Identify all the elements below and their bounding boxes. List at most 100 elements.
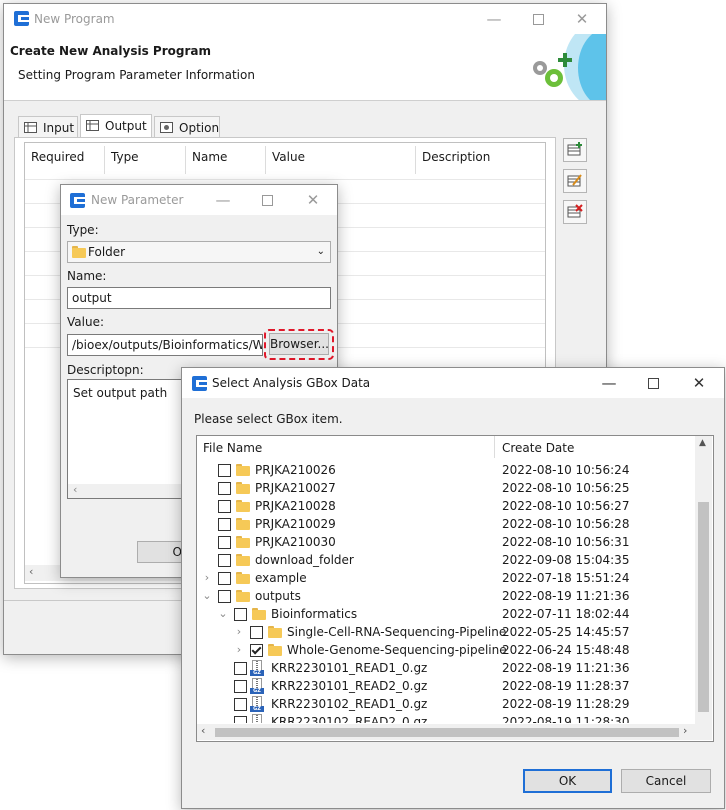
tree-row[interactable]: › Whole-Genome-Sequencing-pipeline 2022-… [234,641,726,659]
create-date: 2022-09-08 15:04:35 [502,553,630,567]
tab-output[interactable]: Output [80,114,152,139]
tree-row[interactable]: › example 2022-07-18 15:51:24 [202,569,702,587]
chevron-right-icon[interactable]: › [202,569,212,587]
maximize-icon[interactable] [516,4,560,34]
row-checkbox[interactable] [234,698,247,711]
tab-label: Option [179,121,220,135]
browse-button[interactable]: Browser... [269,333,329,355]
row-checkbox[interactable] [234,608,247,621]
edit-parameter-button[interactable] [563,169,587,193]
table-icon [24,122,37,133]
tree-row[interactable]: download_folder 2022-09-08 15:04:35 [218,551,718,569]
row-checkbox-checked[interactable] [250,644,263,657]
minimize-icon[interactable]: — [201,185,245,215]
tree-row[interactable]: › Single-Cell-RNA-Sequencing-Pipeline 20… [234,623,726,641]
tree-horizontal-scrollbar[interactable]: ‹ › [197,724,712,740]
create-date: 2022-08-10 10:56:31 [502,535,630,549]
row-checkbox[interactable] [218,518,231,531]
tree-row[interactable]: PRJKA210029 2022-08-10 10:56:28 [218,515,718,533]
create-date: 2022-08-10 10:56:25 [502,481,630,495]
close-icon[interactable]: ✕ [560,4,604,34]
tree-row[interactable]: PRJKA210026 2022-08-10 10:56:24 [218,461,718,479]
scroll-left-icon[interactable]: ‹ [201,724,205,737]
edit-row-icon [567,174,582,187]
chevron-down-icon[interactable]: ⌄ [202,587,212,605]
create-date: 2022-08-19 11:28:29 [502,697,630,711]
cancel-button[interactable]: Cancel [621,769,711,793]
tree-row[interactable]: GZ KRR2230101_READ1_0.gz 2022-08-19 11:2… [234,659,726,677]
value-input[interactable]: /bioex/outputs/Bioinformatics/Whc [67,334,263,356]
tree-row[interactable]: PRJKA210030 2022-08-10 10:56:31 [218,533,718,551]
row-checkbox[interactable] [234,680,247,693]
chevron-right-icon[interactable]: › [234,641,244,659]
folder-icon [236,590,250,602]
chevron-right-icon[interactable]: › [234,623,244,641]
gear-plus-icon [533,53,572,87]
column-header-create-date[interactable]: Create Date [495,436,695,458]
column-header-description[interactable]: Description [416,146,543,174]
folder-icon [72,246,86,258]
row-checkbox[interactable] [218,590,231,603]
column-header-type[interactable]: Type [105,146,186,174]
gz-file-icon: GZ [250,714,264,723]
header-subtitle: Setting Program Parameter Information [18,68,255,82]
type-select[interactable]: Folder ⌄ [67,241,331,263]
row-checkbox[interactable] [234,716,247,723]
add-parameter-button[interactable] [563,138,587,162]
create-date: 2022-08-10 10:56:28 [502,517,630,531]
tree-row[interactable]: PRJKA210028 2022-08-10 10:56:27 [218,497,718,515]
row-checkbox[interactable] [218,572,231,585]
add-row-icon [567,142,582,156]
row-checkbox[interactable] [218,554,231,567]
folder-icon [236,554,250,566]
hscroll-thumb[interactable] [215,728,679,737]
column-header-value[interactable]: Value [266,146,416,174]
column-header-file-name[interactable]: File Name [197,436,495,458]
description-text: Set output path [73,386,168,400]
row-checkbox[interactable] [218,536,231,549]
gbox-titlebar: Select Analysis GBox Data — ✕ [182,368,724,398]
tab-option[interactable]: Option [154,116,220,138]
tree-row-partial[interactable]: GZ KRR2230102_READ2_0.gz 2022-08-19 11:2… [234,713,726,723]
tree-row[interactable]: ⌄ Bioinformatics 2022-07-11 18:02:44 [218,605,718,623]
row-checkbox[interactable] [250,626,263,639]
folder-icon [236,482,250,494]
name-label: Name: [67,269,107,283]
close-icon[interactable]: ✕ [677,368,721,398]
row-checkbox[interactable] [234,662,247,675]
close-icon[interactable]: ✕ [291,185,335,215]
maximize-icon[interactable] [245,185,289,215]
row-checkbox[interactable] [218,464,231,477]
minimize-icon[interactable]: — [587,368,631,398]
row-checkbox[interactable] [218,482,231,495]
file-name: KRR2230101_READ2_0.gz [271,679,428,693]
name-input[interactable]: output [67,287,331,309]
delete-parameter-button[interactable] [563,200,587,224]
create-date: 2022-07-18 15:51:24 [502,571,630,585]
ok-button[interactable]: OK [523,769,612,793]
create-date: 2022-08-10 10:56:27 [502,499,630,513]
column-header-name[interactable]: Name [186,146,266,174]
tree-row[interactable]: GZ KRR2230102_READ1_0.gz 2022-08-19 11:2… [234,695,726,713]
file-name: PRJKA210027 [255,481,336,495]
tab-input[interactable]: Input [18,116,78,138]
chevron-down-icon[interactable]: ⌄ [218,605,228,623]
delete-row-icon [567,204,583,218]
tree-row[interactable]: GZ KRR2230101_READ2_0.gz 2022-08-19 11:2… [234,677,726,695]
tree-row[interactable]: ⌄ outputs 2022-08-19 11:21:36 [202,587,702,605]
scroll-right-icon[interactable]: › [683,724,687,737]
file-name: KRR2230102_READ2_0.gz [271,715,428,723]
maximize-icon[interactable] [631,368,675,398]
tree-row[interactable]: PRJKA210027 2022-08-10 10:56:25 [218,479,718,497]
column-header-required[interactable]: Required [25,146,105,174]
scroll-up-icon[interactable]: ▲ [699,438,706,448]
minimize-icon[interactable]: — [472,4,516,34]
type-select-value: Folder [88,245,126,259]
file-name: outputs [255,589,301,603]
create-date: 2022-08-10 10:56:24 [502,463,630,477]
folder-icon [236,464,250,476]
row-checkbox[interactable] [218,500,231,513]
window-title: New Program [34,12,115,26]
file-name: download_folder [255,553,354,567]
create-date: 2022-05-25 14:45:57 [502,625,630,639]
